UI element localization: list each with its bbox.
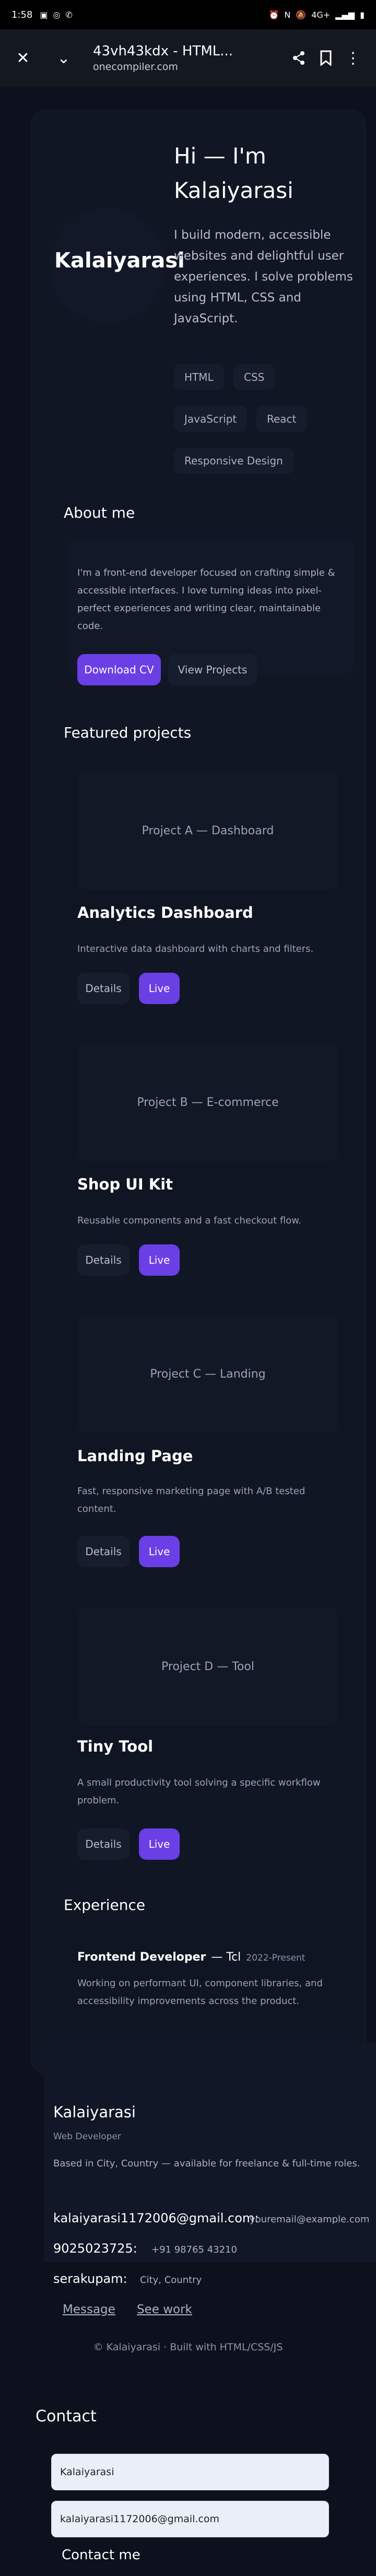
- footer-email-label: kalaiyarasi1172006@gmail.com:: [53, 2211, 259, 2225]
- live-button[interactable]: Live: [139, 1828, 180, 1860]
- status-bar: 1:58 ▣ ◎ ✆ ⏰ N 🔕 4G+ ▂▄▆ ▮: [0, 0, 376, 29]
- email-input[interactable]: [51, 2501, 329, 2537]
- project-thumbnail: Project D — Tool: [77, 1607, 338, 1726]
- skill-chip: React: [256, 406, 307, 432]
- copyright: © Kalaiyarasi · Built with HTML/CSS/JS: [93, 2341, 283, 2353]
- details-button[interactable]: Details: [77, 1244, 130, 1276]
- project-thumbnail: Project A — Dashboard: [77, 772, 338, 890]
- status-time: 1:58: [11, 9, 33, 20]
- skill-chip: JavaScript: [174, 406, 248, 432]
- message-label: Contact me: [62, 2547, 140, 2563]
- footer-name: Kalaiyarasi: [53, 2103, 136, 2121]
- project-description: Fast, responsive marketing page with A/B…: [77, 1486, 306, 1514]
- footer: [44, 2043, 376, 2262]
- details-button[interactable]: Details: [77, 973, 130, 1004]
- close-icon[interactable]: ✕: [9, 44, 37, 72]
- network-type: 4G+: [311, 9, 331, 20]
- experience-dates: 2022-Present: [246, 1953, 306, 1963]
- project-thumbnail: Project C — Landing: [77, 1315, 338, 1433]
- browser-toolbar: ✕ ⌄ 43vh43kdx - HTML... onecompiler.com …: [0, 29, 376, 87]
- alarm-icon: ⏰: [268, 9, 279, 20]
- battery-icon: ▮: [360, 9, 365, 20]
- experience-description: Working on performant UI, component libr…: [77, 1978, 323, 2007]
- skill-chip: CSS: [233, 364, 275, 390]
- experience-heading: Experience: [64, 1896, 146, 1914]
- page-title: 43vh43kdx - HTML...: [93, 43, 233, 59]
- hero-description: I build modern, accessible websites and …: [174, 228, 353, 325]
- page-host: onecompiler.com: [93, 61, 178, 73]
- experience-header: Frontend Developer — Tcl 2022-Present: [77, 1951, 305, 1964]
- contact-heading: Contact: [36, 2407, 97, 2426]
- project-description: Interactive data dashboard with charts a…: [77, 943, 314, 954]
- project-description: A small productivity tool solving a spec…: [77, 1777, 321, 1806]
- live-button[interactable]: Live: [139, 1536, 180, 1567]
- about-text: I'm a front-end developer focused on cra…: [77, 567, 335, 632]
- project-thumbnail: Project B — E-commerce: [77, 1043, 338, 1161]
- download-cv-button[interactable]: Download CV: [77, 654, 161, 685]
- instagram-icon: ◎: [53, 9, 61, 20]
- name-input[interactable]: [51, 2454, 329, 2490]
- project-card: Project C — Landing: [67, 1303, 354, 1471]
- experience-role: Frontend Developer: [77, 1951, 206, 1964]
- view-projects-button[interactable]: View Projects: [168, 654, 257, 685]
- live-button[interactable]: Live: [139, 1244, 180, 1276]
- projects-heading: Featured projects: [64, 724, 192, 741]
- details-button[interactable]: Details: [77, 1536, 130, 1567]
- hero-name: Kalaiyarasi: [54, 249, 185, 273]
- about-heading: About me: [64, 504, 135, 521]
- more-options-icon[interactable]: ⋮: [339, 44, 367, 72]
- silent-icon: 🔕: [296, 9, 307, 20]
- project-title: Analytics Dashboard: [77, 904, 253, 922]
- share-icon[interactable]: [285, 44, 312, 72]
- details-button[interactable]: Details: [77, 1828, 130, 1860]
- hero-heading: Hi — I'm Kalaiyarasi: [174, 143, 293, 203]
- skill-chip: Responsive Design: [174, 448, 293, 474]
- chevron-down-icon[interactable]: ⌄: [50, 44, 77, 72]
- footer-phone-label: 9025023725:: [53, 2241, 137, 2256]
- nfc-icon: N: [284, 9, 291, 20]
- bookmark-icon[interactable]: [312, 44, 339, 72]
- signal-icon: ▂▄▆: [335, 9, 355, 20]
- footer-email-value: youremail@example.com: [250, 2214, 370, 2225]
- project-card: Project A — Dashboard: [67, 760, 354, 927]
- experience-company: — Tcl: [211, 1951, 241, 1964]
- live-button[interactable]: Live: [139, 973, 180, 1004]
- footer-availability: Based in City, Country — available for f…: [53, 2158, 360, 2169]
- whatsapp-icon: ✆: [65, 9, 73, 20]
- project-title: Landing Page: [77, 1447, 193, 1465]
- footer-phone-value: +91 98765 43210: [151, 2244, 237, 2255]
- url-block[interactable]: 43vh43kdx - HTML... onecompiler.com: [93, 43, 285, 73]
- project-title: Shop UI Kit: [77, 1175, 173, 1193]
- skill-chip: HTML: [174, 364, 224, 390]
- message-link[interactable]: Message: [63, 2303, 115, 2316]
- footer-location-value: City, Country: [140, 2275, 202, 2286]
- project-card: Project B — E-commerce: [67, 1032, 354, 1199]
- project-description: Reusable components and a fast checkout …: [77, 1215, 302, 1226]
- footer-role: Web Developer: [53, 2131, 121, 2142]
- see-work-link[interactable]: See work: [137, 2303, 192, 2316]
- gallery-icon: ▣: [40, 9, 48, 20]
- footer-location-label: serakupam:: [53, 2271, 127, 2286]
- project-title: Tiny Tool: [77, 1738, 154, 1755]
